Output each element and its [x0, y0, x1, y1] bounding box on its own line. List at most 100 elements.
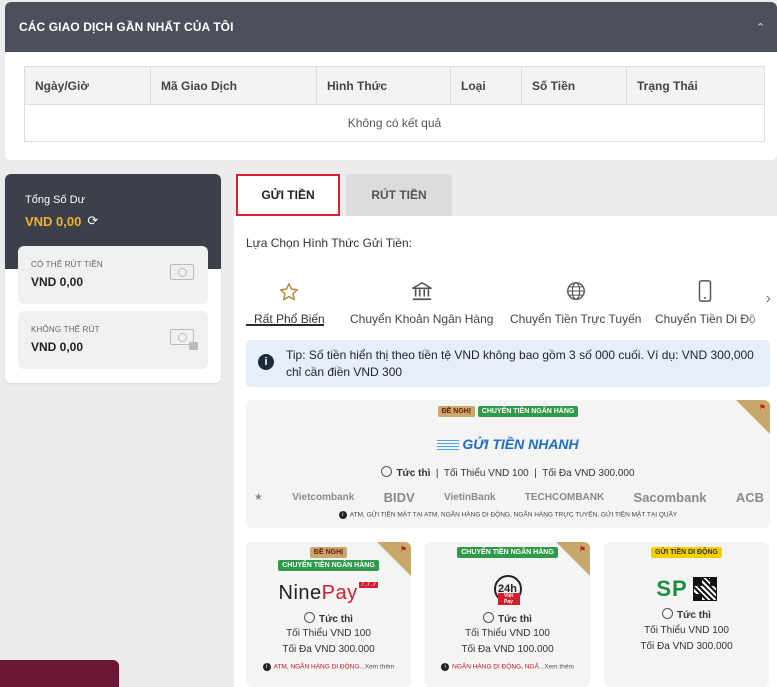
clock-icon [483, 612, 495, 623]
balance-card: Tổng Số Dư VND 0,00 ⟳ CÓ THỂ RÚT TIỀN VN… [5, 174, 221, 383]
speed-lines-icon [437, 440, 460, 451]
min-text: Tối Thiểu VND 100 [286, 628, 371, 639]
deposit-area: GỬI TIỀN RÚT TIỀN Lựa Chọn Hình Thức Gửi… [234, 174, 777, 687]
vietcombank-logo: Vietcombank [292, 492, 355, 503]
column-header-amount: Số Tiền [522, 67, 627, 104]
speed-text: Tức thì [319, 614, 353, 625]
speed-row: Tức thì [604, 608, 769, 621]
transactions-title: CÁC GIAO DỊCH GẦN NHẤT CỦA TÔI [19, 20, 234, 34]
speed-row: Tức thì [246, 612, 411, 625]
badge-column: GỬI TIỀN DI ĐỘNG [604, 547, 769, 558]
speed-text: Tức thì [396, 468, 431, 479]
recommended-badge: ĐỀ NGHỊ [437, 406, 475, 417]
method-label-online-transfer: Chuyển Tiền Trực Tuyến [510, 312, 642, 326]
info-icon: i [441, 663, 450, 671]
withdrawable-card: CÓ THỂ RÚT TIỀN VND 0,00 [18, 246, 208, 304]
badge-column: ĐỀ NGHỊ CHUYỂN TIỀN NGÂN HÀNG [246, 547, 411, 571]
recent-transactions-panel: CÁC GIAO DỊCH GẦN NHẤT CỦA TÔI ⌃ Ngày/Gi… [5, 2, 777, 160]
total-balance-amount: VND 0,00 [25, 213, 82, 229]
lock-icon [189, 342, 198, 350]
column-header-status: Trạng Thái [637, 78, 698, 93]
speed-text: Tức thì [677, 610, 711, 621]
bank-icon [411, 276, 433, 302]
channels-note: i ATM, GỬI TIỀN MẶT TẠI ATM, NGÂN HÀNG DI… [246, 511, 770, 519]
min-text: Tối Thiểu VND 100 [465, 628, 550, 639]
empty-result-text: Không có kết quả [347, 116, 442, 130]
method-label-mobile-transfer: Chuyển Tiền Di Độ [655, 312, 756, 326]
tab-withdraw[interactable]: RÚT TIỀN [346, 174, 452, 216]
bank-transfer-badge: CHUYỂN TIỀN NGÂN HÀNG [457, 547, 558, 558]
pay24-card[interactable]: ⚑ CHUYỂN TIỀN NGÂN HÀNG 24h Việt Pay Tức … [425, 542, 590, 687]
quick-deposit-logo-text: GỬI TIỀN NHANH [462, 436, 579, 452]
tip-box: i Tip: Số tiền hiển thị theo tiền tệ VND… [246, 340, 770, 387]
chevron-right-icon[interactable]: › [766, 290, 771, 308]
pay24-logo-tag: Việt Pay [497, 593, 520, 605]
bank-logo-row: ★ Vietcombank BIDV VietinBank TECHCOMBAN… [254, 490, 764, 505]
max-text: Tối Đa VND 300.000 [282, 644, 375, 655]
qr-code-icon [692, 577, 717, 601]
sp-logo: SP [604, 576, 769, 602]
chevron-up-icon[interactable]: ⌃ [756, 21, 765, 34]
table-header-row: Ngày/Giờ Mã Giao Dịch Hình Thức Loại Số … [25, 67, 764, 105]
min-text: Tối Thiểu VND 100 [644, 625, 729, 636]
method-tab-popular[interactable]: Rất Phổ Biến [254, 276, 325, 326]
side-banner[interactable] [0, 660, 119, 687]
recommended-badge: ĐỀ NGHỊ [309, 547, 348, 558]
ninepay-card[interactable]: ⚑ ĐỀ NGHỊ CHUYỂN TIỀN NGÂN HÀNG NinePay 7… [246, 542, 411, 687]
method-tab-bank-transfer[interactable]: Chuyển Khoản Ngân Hàng [350, 276, 493, 326]
transactions-header[interactable]: CÁC GIAO DỊCH GẦN NHẤT CỦA TÔI ⌃ [5, 2, 777, 52]
badge-row: ĐỀ NGHỊ CHUYỂN TIỀN NGÂN HÀNG [246, 406, 770, 417]
ninepay-logo-text: NinePay 7.7.7 [278, 581, 379, 604]
ninepay-logo: NinePay 7.7.7 [246, 580, 411, 606]
non-withdrawable-card: KHÔNG THỂ RÚT VND 0,00 [18, 311, 208, 369]
bidv-logo: BIDV [383, 490, 415, 505]
min-text: Tối Thiểu VND 100 [443, 468, 529, 479]
clock-icon [662, 608, 674, 619]
channels-note: i NGÂN HÀNG DI ĐỘNG, NGÂ...Xem thêm [425, 663, 590, 671]
info-icon: i [262, 663, 271, 671]
acb-logo: ACB [735, 490, 764, 505]
speed-text: Tức thì [498, 614, 532, 625]
bank-transfer-badge: CHUYỂN TIỀN NGÂN HÀNG [278, 560, 379, 571]
globe-icon [565, 276, 587, 302]
method-label-bank-transfer: Chuyển Khoản Ngân Hàng [350, 312, 494, 326]
pay24-logo: 24h Việt Pay [425, 575, 590, 605]
sp-logo-text: SP [656, 576, 688, 601]
see-more-link[interactable]: Xem thêm [365, 664, 395, 671]
clock-icon [381, 466, 393, 477]
pay24-logo-mark: 24h Việt Pay [493, 575, 522, 605]
column-header-transaction-id: Mã Giao Dịch [151, 67, 317, 104]
column-header-method: Hình Thức [317, 67, 451, 104]
active-tab-underline [246, 324, 324, 326]
quick-deposit-logo: GỬI TIỀN NHANH [246, 436, 770, 452]
mobile-deposit-badge: GỬI TIỀN DI ĐỘNG [651, 547, 722, 558]
speed-row: Tức thì [425, 612, 590, 625]
money-icon [170, 264, 194, 280]
scroll-fade [747, 276, 777, 328]
total-balance-value: VND 0,00 ⟳ [25, 213, 221, 229]
refresh-icon[interactable]: ⟳ [87, 213, 98, 229]
tab-deposit[interactable]: GỬI TIỀN [236, 174, 340, 216]
clock-icon [304, 612, 316, 623]
max-text: Tối Đa VND 300.000 [640, 641, 733, 652]
sp-mobile-card[interactable]: GỬI TIỀN DI ĐỘNG SP Tức thì Tối Thiểu VN… [604, 542, 769, 687]
channels-note: i ATM, NGÂN HÀNG DI ĐỘNG...Xem thêm [246, 663, 411, 671]
total-balance-label: Tổng Số Dư [25, 194, 85, 206]
deposit-method-tabs: Rất Phổ Biến Chuyển Khoản Ngân Hàng Chuy… [234, 276, 777, 338]
badge-column: CHUYỂN TIỀN NGÂN HÀNG [425, 547, 590, 558]
mobile-icon [697, 276, 713, 302]
see-more-link[interactable]: Xem thêm [544, 664, 574, 671]
tip-text: Tip: Số tiền hiển thị theo tiền tệ VND k… [286, 348, 754, 379]
channels-note-text: ATM, GỬI TIỀN MẶT TẠI ATM, NGÂN HÀNG DI … [349, 511, 678, 519]
quick-deposit-card[interactable]: ⚑ ĐỀ NGHỊ CHUYỂN TIỀN NGÂN HÀNG GỬI TIỀN… [246, 400, 770, 528]
sacombank-logo: Sacombank [633, 490, 707, 505]
transactions-table: Ngày/Giờ Mã Giao Dịch Hình Thức Loại Số … [24, 66, 765, 142]
info-icon: i [258, 354, 274, 370]
channels-note-text: NGÂN HÀNG DI ĐỘNG, NGÂ... [452, 663, 545, 671]
method-tab-online-transfer[interactable]: Chuyển Tiền Trực Tuyến [510, 276, 641, 326]
star-icon [279, 276, 299, 302]
column-header-type: Loại [451, 67, 522, 104]
techcombank-logo: TECHCOMBANK [524, 492, 605, 503]
method-tab-mobile-transfer[interactable]: Chuyển Tiền Di Độ [655, 276, 756, 326]
deposit-content: Lựa Chọn Hình Thức Gửi Tiền: Rất Phổ Biế… [234, 216, 777, 687]
